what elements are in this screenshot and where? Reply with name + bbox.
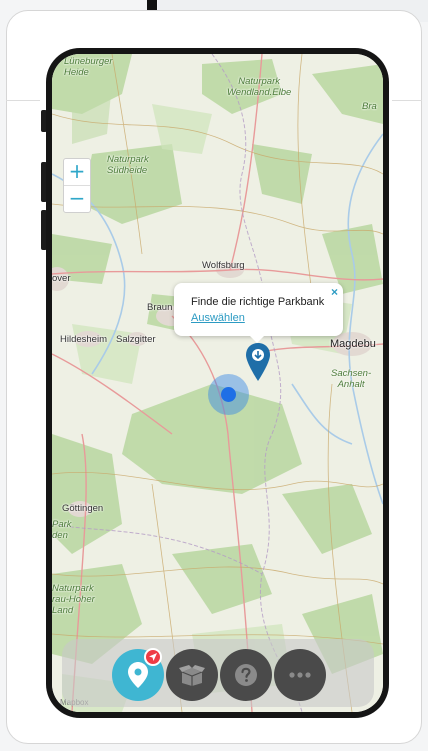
bottom-nav [62,639,374,707]
zoom-in-button[interactable]: + [64,159,90,185]
box-icon [179,665,205,686]
question-icon [235,664,257,686]
label-goettingen: Göttingen [62,503,104,514]
label-wolfsburg: Wolfsburg [202,260,245,271]
divider-right [392,100,422,101]
nav-more-button[interactable] [274,649,326,701]
label-naturpark-west: Naturpark rau-Hoher Land [52,583,95,616]
popup-title: Finde die richtige Parkbank [191,296,325,308]
label-lueneburg-heide: Lüneburger Heide [64,56,113,78]
label-sachsen-anhalt: Sachsen- Anhalt [331,368,372,390]
label-park: Park den [52,519,72,541]
bench-marker-icon[interactable] [246,343,270,381]
label-salzgitter: Salzgitter [116,334,156,345]
label-bra: Bra [362,101,377,112]
nav-box-button[interactable] [166,649,218,701]
popup-close-button[interactable]: × [331,285,338,299]
label-magdeburg: Magdebu [330,338,376,350]
label-hildesheim: Hildesheim [60,334,107,345]
divider-left [6,100,40,101]
label-braunschweig: Braun [147,302,173,313]
map-screen[interactable]: Lüneburger Heide Naturpark Wendland.Elbe… [52,54,383,712]
nav-help-button[interactable] [220,649,272,701]
popup-select-link[interactable]: Auswählen [191,312,245,324]
bench-popup: × Finde die richtige Parkbank Auswählen [174,283,343,343]
zoom-control: + − [63,158,91,213]
location-pin-icon [128,662,148,688]
navigation-arrow-icon [149,653,157,661]
zoom-out-button[interactable]: − [64,185,90,212]
more-icon [289,672,311,678]
user-location-dot [221,387,236,402]
label-wendland-elbe: Naturpark Wendland.Elbe [227,76,292,98]
label-hannover: over [52,273,71,284]
nav-map-badge [144,648,162,666]
label-suedheide: Naturpark Südheide [107,154,149,176]
